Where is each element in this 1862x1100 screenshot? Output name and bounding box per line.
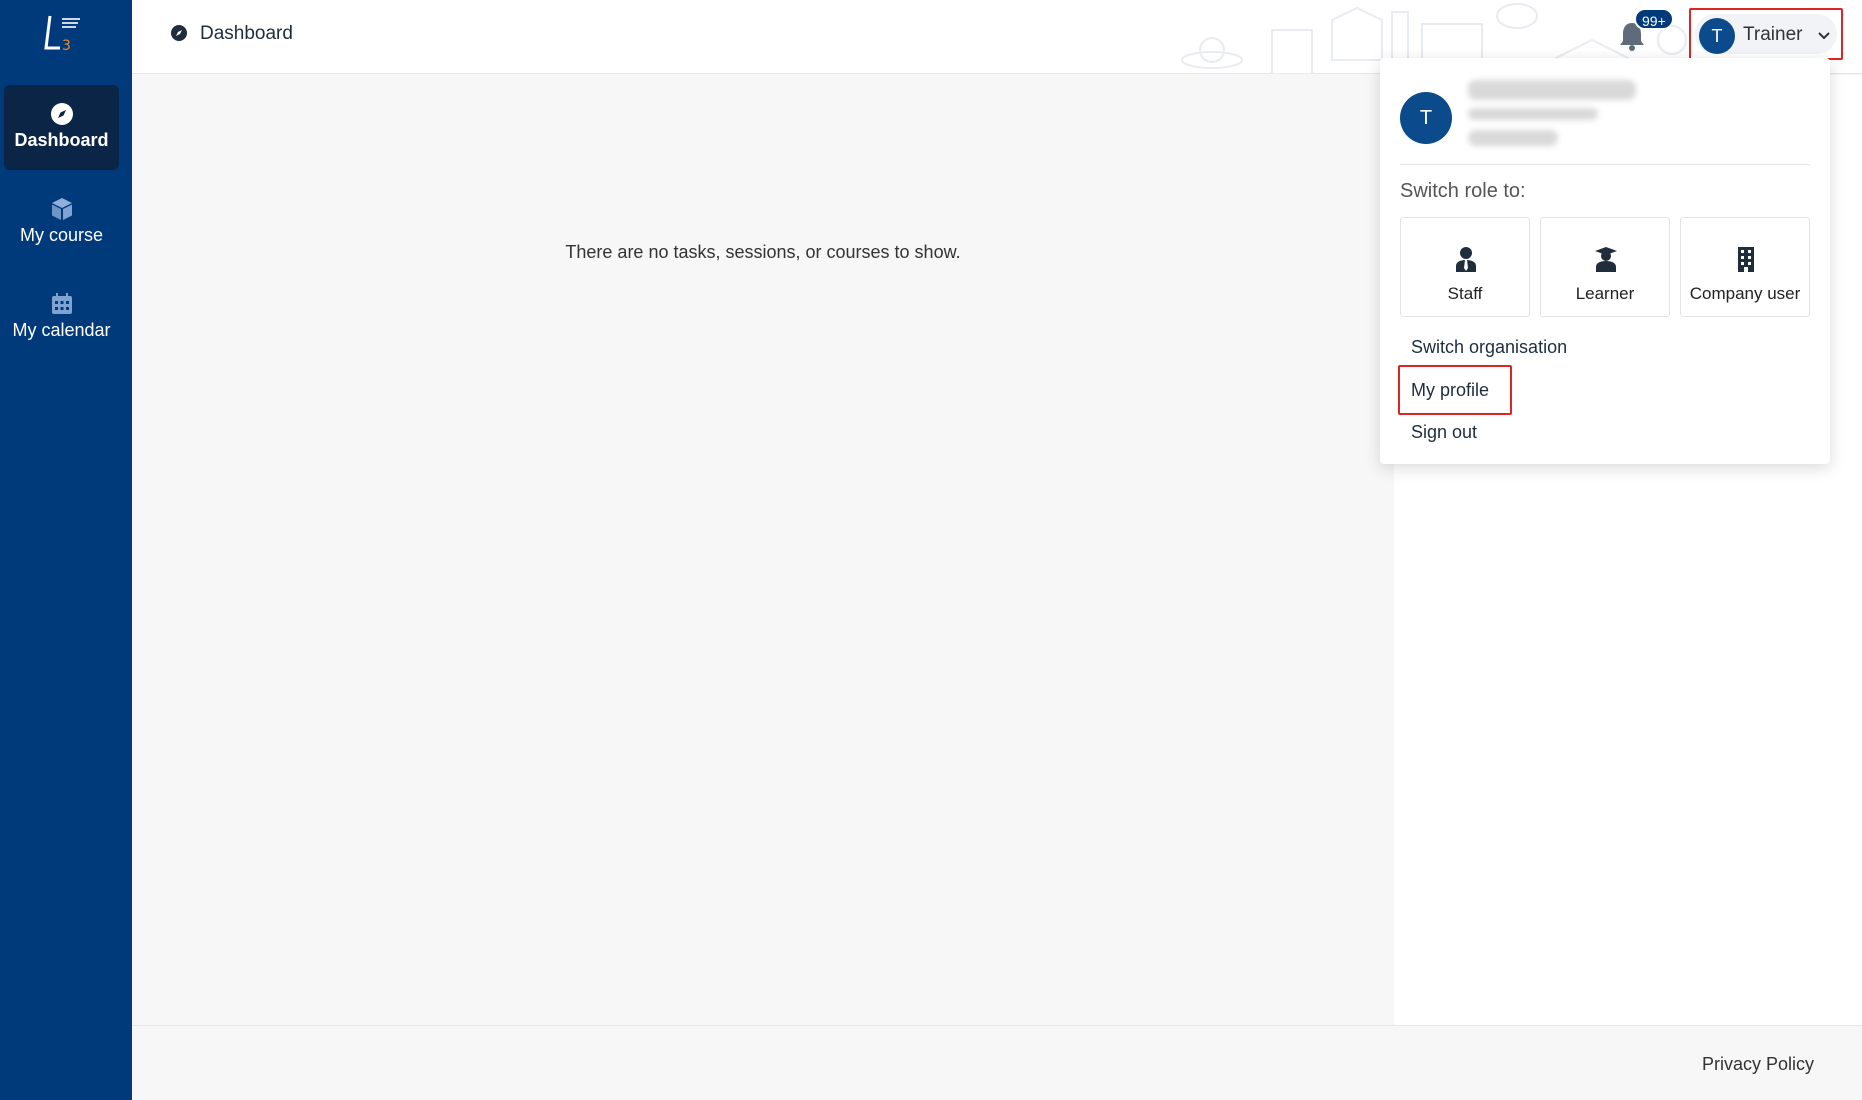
my-profile-link[interactable]: My profile xyxy=(1411,380,1489,401)
switch-organisation-link[interactable]: Switch organisation xyxy=(1411,337,1567,358)
chevron-down-icon xyxy=(1818,32,1830,40)
blurred-user-name xyxy=(1468,80,1636,100)
sidebar-item-dashboard[interactable]: Dashboard xyxy=(4,85,119,170)
user-role-label: Trainer xyxy=(1743,24,1803,45)
user-dropdown-menu: T Switch role to: Staff Learner Company … xyxy=(1380,58,1830,464)
divider xyxy=(1400,164,1810,165)
notification-badge: 99+ xyxy=(1634,8,1674,30)
role-label: Staff xyxy=(1447,284,1483,303)
footer: Privacy Policy xyxy=(132,1025,1862,1100)
user-menu-button[interactable]: T Trainer xyxy=(1689,8,1843,60)
cube-icon xyxy=(52,198,72,220)
sign-out-link[interactable]: Sign out xyxy=(1411,422,1477,443)
user-menu-pill: T Trainer xyxy=(1695,14,1837,54)
sidebar: 3 Dashboard My course My calendar xyxy=(0,0,132,1100)
role-label: Company user xyxy=(1689,284,1801,303)
l3-logo[interactable]: 3 xyxy=(42,14,88,54)
sidebar-item-my-calendar[interactable]: My calendar xyxy=(4,275,119,360)
role-card-staff[interactable]: Staff xyxy=(1400,217,1530,317)
main-content: There are no tasks, sessions, or courses… xyxy=(132,75,1394,1025)
page-title: Dashboard xyxy=(200,23,293,44)
privacy-policy-link[interactable]: Privacy Policy xyxy=(1702,1054,1814,1075)
compass-icon xyxy=(171,25,187,41)
building-icon xyxy=(1738,247,1754,272)
switch-role-title: Switch role to: xyxy=(1400,180,1526,202)
role-card-company-user[interactable]: Company user xyxy=(1680,217,1810,317)
role-card-learner[interactable]: Learner xyxy=(1540,217,1670,317)
role-label: Learner xyxy=(1575,284,1635,303)
sidebar-item-label: My calendar xyxy=(12,320,111,340)
avatar: T xyxy=(1400,92,1452,144)
empty-state-message: There are no tasks, sessions, or courses… xyxy=(565,242,961,262)
sidebar-item-label: My course xyxy=(19,225,104,245)
calendar-icon xyxy=(52,293,72,314)
graduate-icon xyxy=(1595,247,1617,272)
blurred-user-org xyxy=(1468,130,1558,146)
compass-icon xyxy=(51,103,73,125)
blurred-user-email xyxy=(1468,108,1598,120)
svg-text:3: 3 xyxy=(62,38,71,54)
avatar: T xyxy=(1699,18,1735,54)
sidebar-item-my-course[interactable]: My course xyxy=(4,180,119,265)
staff-icon xyxy=(1456,247,1476,272)
sidebar-item-label: Dashboard xyxy=(14,130,109,150)
